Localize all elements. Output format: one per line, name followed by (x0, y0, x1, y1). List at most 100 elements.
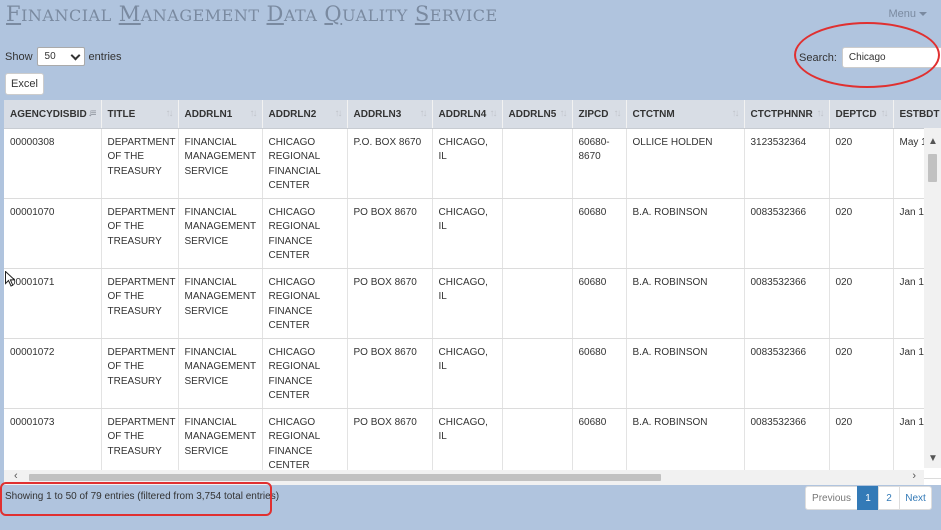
column-header-addrln1[interactable]: ADDRLN1 ↑↓ (178, 100, 263, 129)
mouse-cursor-icon (5, 271, 15, 287)
pagination-page-2[interactable]: 2 (878, 486, 900, 510)
pagination-page-1[interactable]: 1 (857, 486, 879, 510)
table-cell: 3123532364 (744, 128, 830, 199)
column-header-label: ADDRLN3 (353, 108, 402, 120)
sort-both-icon: ↑↓ (249, 108, 258, 119)
sort-both-icon: ↑↓ (334, 108, 343, 119)
scroll-left-icon[interactable]: ‹ (14, 470, 18, 482)
chevron-down-icon (70, 50, 80, 60)
table-cell: 60680 (572, 408, 627, 479)
menu-dropdown[interactable]: Menu (888, 8, 927, 20)
column-header-agencydisbid[interactable]: AGENCYDISBID ↓≡ (4, 100, 102, 129)
column-header-ctctnm[interactable]: CTCTNM ↑↓ (626, 100, 745, 129)
column-header-label: DEPTCD (835, 108, 877, 120)
table-cell (502, 268, 573, 339)
column-header-addrln4[interactable]: ADDRLN4 ↑↓ (432, 100, 503, 129)
table-cell: 00000308 (4, 128, 102, 199)
column-header-label: ADDRLN4 (438, 108, 487, 120)
table-cell: B.A. ROBINSON (626, 338, 745, 409)
column-header-addrln3[interactable]: ADDRLN3 ↑↓ (347, 100, 433, 129)
column-header-addrln5[interactable]: ADDRLN5 ↑↓ (502, 100, 573, 129)
table-cell: CHICAGO REGIONAL FINANCE CENTER (262, 408, 348, 479)
page-length-select[interactable]: 50 (36, 47, 85, 66)
title-word-rest: ANAGEMENT (140, 6, 260, 25)
title-word-initial: Q (324, 2, 343, 26)
scroll-right-icon[interactable]: › (912, 470, 916, 482)
title-word: MANAGEMENT (119, 2, 260, 26)
table-cell: OLLICE HOLDEN (626, 128, 745, 199)
column-header-label: CTCTNM (632, 108, 675, 120)
table-header-row: AGENCYDISBID ↓≡ TITLE ↑↓ ADDRLN1 ↑↓ ADDRLN2 ↑↓ A… (4, 100, 941, 129)
column-header-estbdt[interactable]: ESTBDT↑↓ (893, 100, 941, 129)
table-cell: PO BOX 8670 (347, 268, 433, 339)
pagination-next[interactable]: Next (899, 486, 932, 510)
vertical-scroll-thumb[interactable] (928, 154, 937, 182)
table-cell: DEPARTMENT OF THE TREASURY (101, 198, 179, 269)
table-cell (502, 198, 573, 269)
page: FINANCIAL MANAGEMENT DATA QUALITY SERVICE Me… (0, 0, 941, 530)
caret-down-icon (919, 12, 927, 17)
sort-both-icon: ↑↓ (613, 108, 622, 119)
table-cell: 020 (829, 128, 894, 199)
page-length-value: 50 (44, 51, 56, 62)
results-table: AGENCYDISBID ↓≡ TITLE ↑↓ ADDRLN1 ↑↓ ADDRLN2 ↑↓ A… (4, 100, 941, 479)
column-header-zipcd[interactable]: ZIPCD ↑↓ (572, 100, 627, 129)
title-word: QUALITY (324, 2, 407, 26)
table-cell: CHICAGO REGIONAL FINANCE CENTER (262, 338, 348, 409)
table-cell: 0083532366 (744, 338, 830, 409)
vertical-scrollbar[interactable]: ▲ ▼ (924, 128, 941, 468)
table-cell: B.A. ROBINSON (626, 268, 745, 339)
table-cell: CHICAGO, IL (432, 128, 503, 199)
table-cell: FINANCIAL MANAGEMENT SERVICE (178, 198, 263, 269)
table-cell (502, 408, 573, 479)
table-cell: 020 (829, 408, 894, 479)
table-cell: 020 (829, 198, 894, 269)
table-cell: DEPARTMENT OF THE TREASURY (101, 338, 179, 409)
page-length-control: Show 50 entries (5, 47, 122, 66)
column-header-label: AGENCYDISBID (10, 108, 87, 120)
table-cell: 0083532366 (744, 198, 830, 269)
table-cell: B.A. ROBINSON (626, 408, 745, 479)
table-row: 00001070 DEPARTMENT OF THE TREASURY FINANC… (4, 198, 941, 269)
column-header-label: TITLE (107, 108, 136, 120)
table-cell: 020 (829, 268, 894, 339)
title-word-initial: F (6, 2, 22, 26)
table-cell: FINANCIAL MANAGEMENT SERVICE (178, 268, 263, 339)
sort-both-icon: ↑↓ (880, 108, 889, 119)
results-table-container: AGENCYDISBID ↓≡ TITLE ↑↓ ADDRLN1 ↑↓ ADDRLN2 ↑↓ A… (4, 100, 941, 485)
column-header-deptcd[interactable]: DEPTCD ↑↓ (829, 100, 894, 129)
table-cell: 00001072 (4, 338, 102, 409)
column-header-label: ZIPCD (578, 108, 609, 120)
column-header-addrln2[interactable]: ADDRLN2 ↑↓ (262, 100, 348, 129)
table-cell: B.A. ROBINSON (626, 198, 745, 269)
table-cell: DEPARTMENT OF THE TREASURY (101, 268, 179, 339)
column-header-title[interactable]: TITLE ↑↓ (101, 100, 179, 129)
horizontal-scroll-thumb[interactable] (29, 474, 661, 481)
menu-label[interactable]: Menu (888, 8, 916, 20)
table-cell: PO BOX 8670 (347, 198, 433, 269)
table-row: 00000308 DEPARTMENT OF THE TREASURY FINANC… (4, 128, 941, 199)
scroll-up-icon[interactable]: ▲ (928, 136, 938, 147)
show-label: Show (5, 50, 33, 63)
column-header-ctctphnnr[interactable]: CTCTPHNNR ↑↓ (744, 100, 830, 129)
app-title: FINANCIAL MANAGEMENT DATA QUALITY SERVICE (6, 2, 505, 26)
excel-export-button[interactable]: Excel (5, 73, 44, 95)
column-header-label: ADDRLN2 (268, 108, 317, 120)
table-cell: 60680 (572, 268, 627, 339)
table-cell: 0083532366 (744, 408, 830, 479)
title-word-rest: ATA (283, 6, 318, 25)
table-cell: FINANCIAL MANAGEMENT SERVICE (178, 338, 263, 409)
table-cell: 60680 (572, 198, 627, 269)
table-cell: 60680-8670 (572, 128, 627, 199)
info-highlight-ring (0, 482, 272, 516)
table-row: 00001072 DEPARTMENT OF THE TREASURY FINANC… (4, 338, 941, 409)
table-cell: PO BOX 8670 (347, 408, 433, 479)
title-word-rest: INANCIAL (21, 6, 112, 25)
pagination: Previous 1 2 Next (805, 486, 932, 510)
table-row: 00001073 DEPARTMENT OF THE TREASURY FINANC… (4, 408, 941, 479)
sort-ascending-icon: ↓≡ (87, 108, 97, 119)
table-cell: 0083532366 (744, 268, 830, 339)
sort-both-icon: ↑↓ (419, 108, 428, 119)
pagination-previous[interactable]: Previous (805, 486, 858, 510)
scroll-down-icon[interactable]: ▼ (928, 453, 938, 464)
